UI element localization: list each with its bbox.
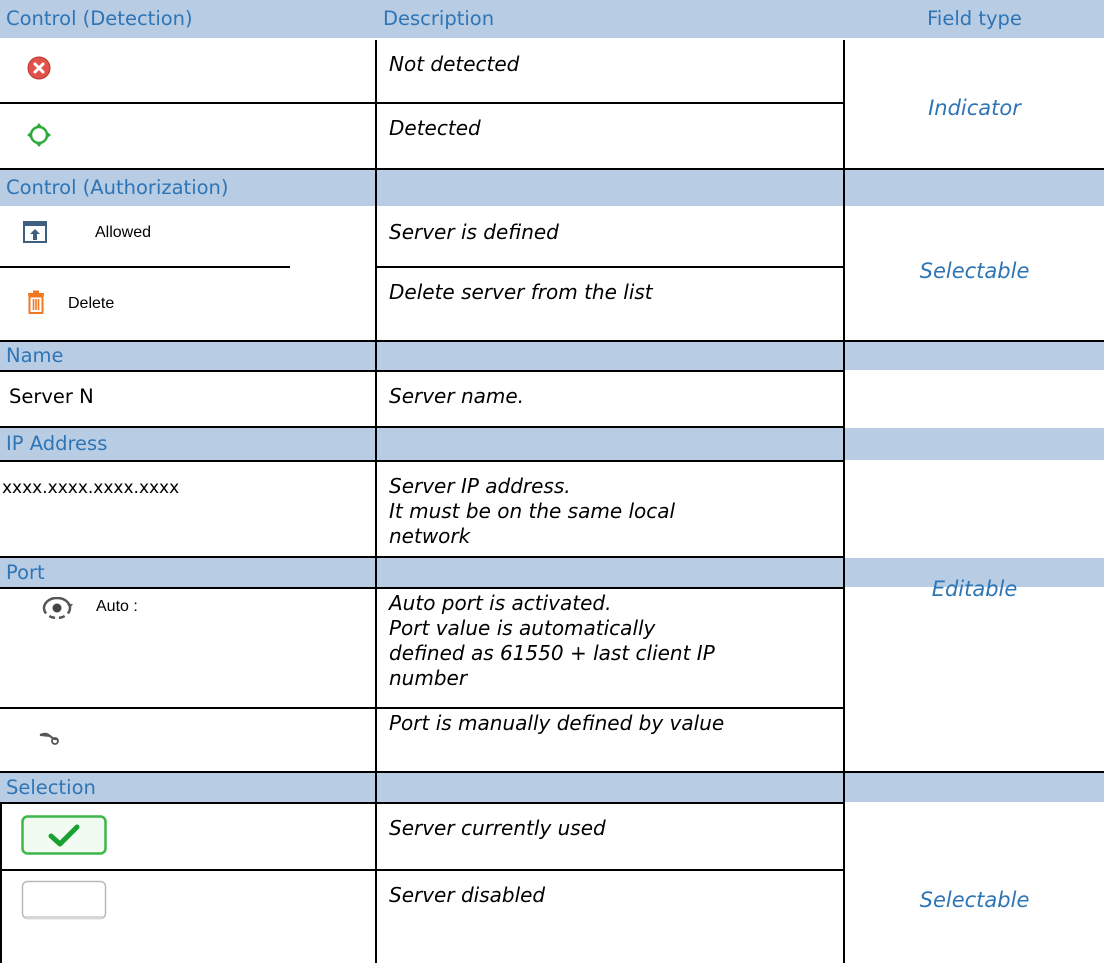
table-row-auto-port: Auto : Auto port is activated. Port valu… bbox=[0, 589, 1104, 707]
control-reference-table: Control (Detection) Description Field ty… bbox=[0, 0, 1104, 963]
description-server-used: Server currently used bbox=[389, 816, 606, 840]
trash-icon bbox=[28, 290, 44, 314]
name-value: Server N bbox=[9, 385, 94, 408]
table-row-manual-port: Port is manually defined by value bbox=[0, 709, 1104, 771]
table-row-server-disabled: Server disabled bbox=[0, 871, 1104, 963]
table-row-server-used: Server currently used bbox=[0, 804, 1104, 869]
field-type-indicator: Indicator bbox=[928, 96, 1021, 120]
selection-header-label: Selection bbox=[6, 776, 96, 799]
port-header-label: Port bbox=[6, 561, 45, 584]
field-type-selectable-authorization: Selectable bbox=[919, 259, 1030, 283]
row-divider bbox=[0, 556, 843, 558]
ip-value: xxxx.xxxx.xxxx.xxxx bbox=[2, 478, 180, 498]
description-auto-port: Auto port is activated. Port value is au… bbox=[389, 591, 715, 690]
row-divider bbox=[0, 460, 843, 462]
table-header-row: Control (Detection) Description Field ty… bbox=[0, 0, 1104, 38]
delete-label: Delete bbox=[68, 295, 115, 312]
column-divider bbox=[843, 40, 845, 963]
description-name: Server name. bbox=[389, 384, 525, 408]
table-row-not-detected: Not detected bbox=[0, 40, 1104, 102]
description-ip: Server IP address. It must be on the sam… bbox=[389, 474, 676, 548]
header-control-detection: Control (Detection) bbox=[6, 7, 193, 30]
row-divider bbox=[0, 869, 843, 871]
row-divider bbox=[0, 370, 843, 372]
table-row-ip: xxxx.xxxx.xxxx.xxxx Server IP address. I… bbox=[0, 462, 1104, 556]
column-divider bbox=[375, 40, 377, 963]
field-type-selectable-selection: Selectable bbox=[919, 888, 1030, 912]
authorization-header-label: Control (Authorization) bbox=[6, 176, 229, 199]
row-divider bbox=[0, 707, 843, 709]
section-header-authorization: Control (Authorization) bbox=[0, 170, 1104, 206]
row-divider bbox=[375, 266, 843, 268]
field-type-editable: Editable bbox=[931, 577, 1018, 601]
row-divider bbox=[0, 266, 290, 268]
row-divider bbox=[0, 340, 1104, 342]
section-header-name: Name bbox=[0, 342, 1104, 370]
row-divider bbox=[0, 426, 843, 428]
header-field-type: Field type bbox=[927, 7, 1022, 30]
table-row-allowed: Allowed Server is defined bbox=[0, 208, 1104, 266]
empty-checkbox-icon bbox=[21, 880, 107, 920]
table-left-border bbox=[0, 804, 2, 963]
red-x-circle-icon bbox=[27, 56, 51, 80]
ip-header-label: IP Address bbox=[6, 432, 108, 455]
row-divider bbox=[0, 102, 843, 104]
section-header-selection: Selection bbox=[0, 773, 1104, 802]
section-header-ip: IP Address bbox=[0, 428, 1104, 460]
auto-port-icon bbox=[42, 597, 73, 619]
manual-port-icon bbox=[39, 732, 59, 745]
table-row-name: Server N Server name. bbox=[0, 372, 1104, 426]
green-crosshair-icon bbox=[27, 123, 51, 147]
description-delete: Delete server from the list bbox=[389, 280, 653, 304]
description-server-disabled: Server disabled bbox=[389, 883, 546, 907]
auto-port-label: Auto : bbox=[96, 598, 138, 615]
description-not-detected: Not detected bbox=[389, 52, 520, 76]
checked-checkbox-icon bbox=[21, 815, 107, 855]
row-divider bbox=[0, 771, 1104, 773]
row-divider bbox=[0, 168, 1104, 170]
row-divider bbox=[0, 802, 843, 804]
name-header-label: Name bbox=[6, 344, 64, 367]
upload-box-icon bbox=[23, 221, 47, 243]
description-allowed: Server is defined bbox=[389, 220, 559, 244]
row-divider bbox=[0, 587, 843, 589]
allowed-label: Allowed bbox=[95, 224, 152, 241]
description-detected: Detected bbox=[389, 116, 481, 140]
header-description: Description bbox=[383, 7, 495, 30]
description-manual-port: Port is manually defined by value bbox=[389, 711, 725, 735]
